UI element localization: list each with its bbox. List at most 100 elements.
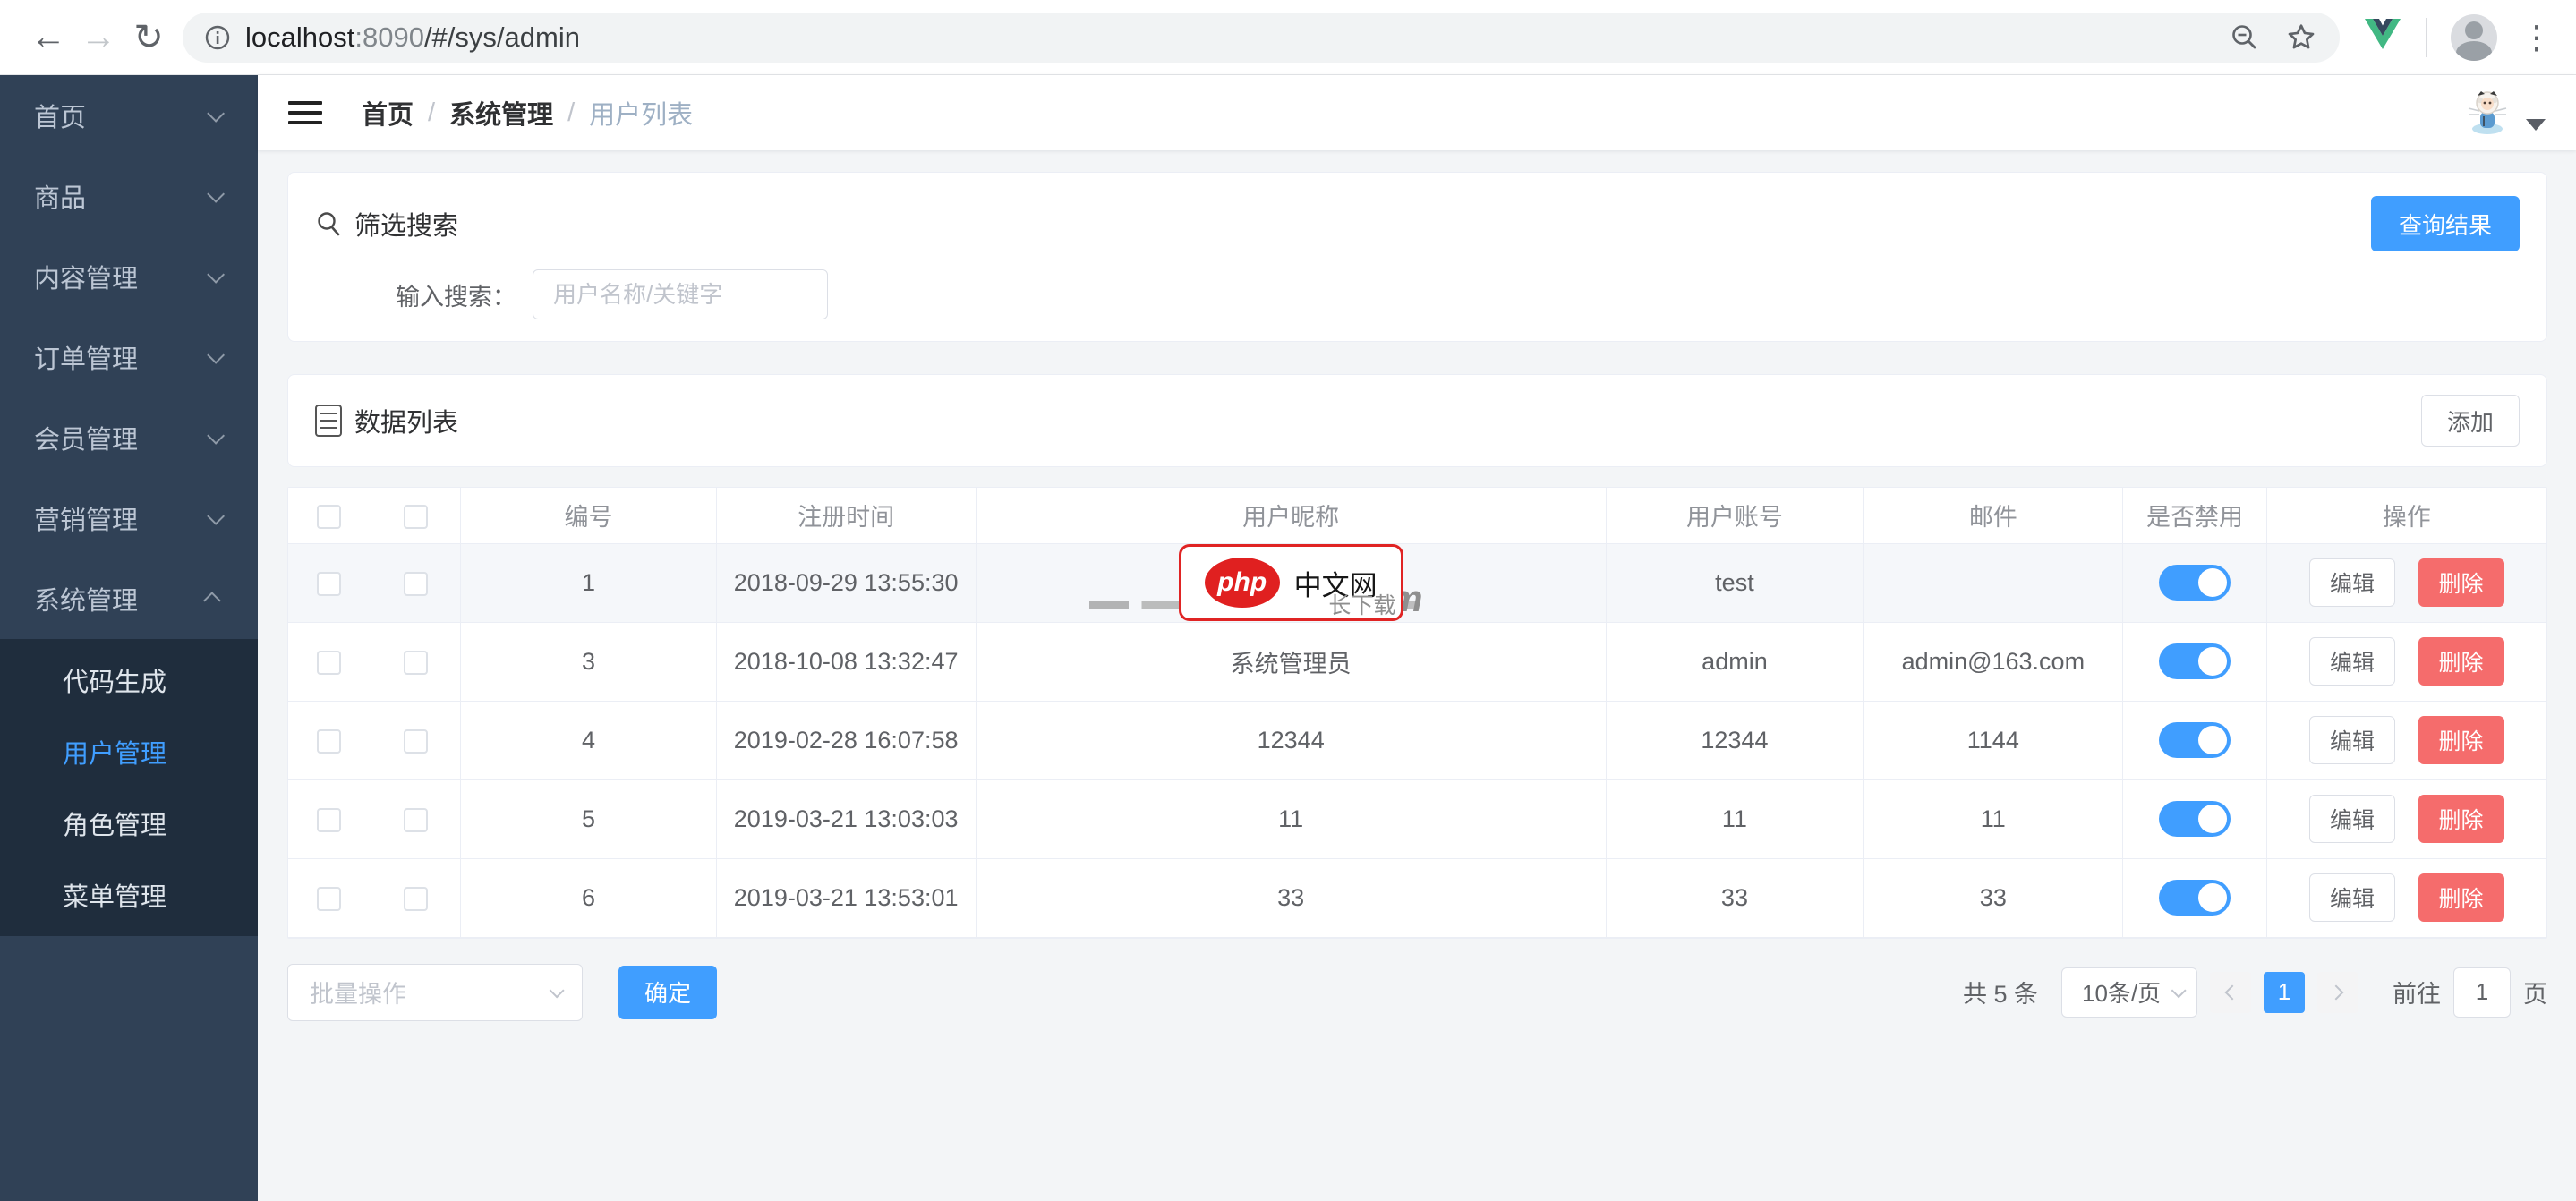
datalist-title: 数据列表 xyxy=(354,402,458,439)
watermark-partial-below: 长下载 xyxy=(1328,588,1395,620)
user-avatar[interactable] xyxy=(2461,87,2513,139)
confirm-button[interactable]: 确定 xyxy=(618,966,717,1019)
bookmark-star-icon[interactable] xyxy=(2284,21,2318,55)
sidebar-item-user-manage[interactable]: 用户管理 xyxy=(0,716,258,788)
browser-forward-icon[interactable]: → xyxy=(73,17,124,57)
edit-button[interactable]: 编辑 xyxy=(2309,716,2395,764)
sidebar-item-role-manage[interactable]: 角色管理 xyxy=(0,788,258,859)
chevron-down-icon xyxy=(207,105,225,123)
row-checkbox[interactable] xyxy=(317,572,341,596)
row-checkbox[interactable] xyxy=(317,808,341,832)
browser-back-icon[interactable]: ← xyxy=(23,17,73,57)
table-footer: 批量操作 确定 共 5 条 10条/页 1 xyxy=(287,964,2547,1021)
header-select-all-cell xyxy=(288,488,371,543)
row-checkbox[interactable] xyxy=(317,887,341,911)
cell-id: 1 xyxy=(461,543,716,622)
delete-button[interactable]: 删除 xyxy=(2418,795,2504,843)
cell-account: admin xyxy=(1606,622,1864,701)
header-register-time: 注册时间 xyxy=(716,488,976,543)
select-all-checkbox[interactable] xyxy=(317,505,341,529)
header-id: 编号 xyxy=(461,488,716,543)
sidebar-item-code-generate[interactable]: 代码生成 xyxy=(0,644,258,716)
sidebar-item-content[interactable]: 内容管理 xyxy=(0,236,258,317)
php-logo: php xyxy=(1205,558,1280,608)
row-checkbox[interactable] xyxy=(404,729,428,754)
disable-toggle[interactable] xyxy=(2159,801,2231,837)
disable-toggle[interactable] xyxy=(2159,880,2231,916)
filter-title-row: 筛选搜索 xyxy=(315,205,2520,243)
row-checkbox[interactable] xyxy=(404,651,428,675)
sidebar-item-label: 订单管理 xyxy=(34,338,138,376)
address-bar[interactable]: localhost:8090/#/sys/admin xyxy=(183,13,2340,63)
page-size-value: 10条/页 xyxy=(2082,975,2161,1009)
batch-action-select[interactable]: 批量操作 xyxy=(287,964,583,1021)
vue-devtools-extension-icon[interactable] xyxy=(2363,17,2402,57)
select-all-checkbox-2[interactable] xyxy=(404,505,428,529)
cell-time: 2019-03-21 13:03:03 xyxy=(716,779,976,858)
sidebar-item-home[interactable]: 首页 xyxy=(0,75,258,156)
add-button[interactable]: 添加 xyxy=(2421,395,2520,447)
row-checkbox[interactable] xyxy=(317,729,341,754)
query-result-button[interactable]: 查询结果 xyxy=(2371,196,2520,251)
header-select-all-cell-2 xyxy=(371,488,461,543)
row-checkbox[interactable] xyxy=(404,887,428,911)
url-path: /#/sys/admin xyxy=(424,21,580,53)
prev-page-button[interactable] xyxy=(2210,972,2251,1013)
sidebar-item-system[interactable]: 系统管理 xyxy=(0,558,258,639)
edit-button[interactable]: 编辑 xyxy=(2309,795,2395,843)
header-account: 用户账号 xyxy=(1606,488,1864,543)
site-info-icon[interactable] xyxy=(204,24,231,51)
cell-time: 2019-03-21 13:53:01 xyxy=(716,858,976,937)
table-header-row: 编号 注册时间 用户昵称 用户账号 邮件 是否禁用 操作 xyxy=(288,488,2546,543)
url-text[interactable]: localhost:8090/#/sys/admin xyxy=(245,21,2205,54)
delete-button[interactable]: 删除 xyxy=(2418,716,2504,764)
cell-time: 2018-10-08 13:32:47 xyxy=(716,622,976,701)
table-row: 4 2019-02-28 16:07:58 12344 12344 1144 编… xyxy=(288,701,2546,779)
goto-page-input[interactable] xyxy=(2453,967,2511,1018)
chevron-down-icon xyxy=(207,346,225,364)
main-area: 首页 / 系统管理 / 用户列表 xyxy=(258,75,2576,1201)
row-checkbox[interactable] xyxy=(317,651,341,675)
disable-toggle[interactable] xyxy=(2159,565,2231,600)
zoom-out-icon[interactable] xyxy=(2229,21,2261,54)
sidebar-item-product[interactable]: 商品 xyxy=(0,156,258,236)
sidebar-item-member[interactable]: 会员管理 xyxy=(0,397,258,478)
breadcrumb-section[interactable]: 系统管理 xyxy=(449,94,553,132)
disable-toggle[interactable] xyxy=(2159,722,2231,758)
breadcrumb-home[interactable]: 首页 xyxy=(362,94,414,132)
delete-button[interactable]: 删除 xyxy=(2418,637,2504,686)
delete-button[interactable]: 删除 xyxy=(2418,558,2504,607)
page-number-active[interactable]: 1 xyxy=(2264,972,2305,1013)
delete-button[interactable]: 删除 xyxy=(2418,873,2504,922)
search-input[interactable] xyxy=(533,269,828,319)
cell-email: admin@163.com xyxy=(1864,622,2123,701)
sidebar-item-marketing[interactable]: 营销管理 xyxy=(0,478,258,558)
cell-email: 1144 xyxy=(1864,701,2123,779)
cell-nickname: 11 xyxy=(976,779,1606,858)
disable-toggle[interactable] xyxy=(2159,643,2231,679)
breadcrumb-current: 用户列表 xyxy=(589,94,693,132)
browser-reload-icon[interactable]: ↻ xyxy=(124,17,174,58)
row-checkbox[interactable] xyxy=(404,572,428,596)
sidebar-item-label: 内容管理 xyxy=(34,258,138,295)
chevron-down-icon xyxy=(207,185,225,203)
hamburger-icon[interactable] xyxy=(288,101,322,124)
page-size-select[interactable]: 10条/页 xyxy=(2061,967,2197,1018)
edit-button[interactable]: 编辑 xyxy=(2309,873,2395,922)
sidebar-item-menu-manage[interactable]: 菜单管理 xyxy=(0,859,258,931)
toolbar-divider xyxy=(2426,18,2427,57)
cell-account: 33 xyxy=(1606,858,1864,937)
browser-profile-avatar[interactable] xyxy=(2451,14,2497,61)
table-row: 5 2019-03-21 13:03:03 11 11 11 编辑 删除 xyxy=(288,779,2546,858)
browser-menu-icon[interactable]: ⋮ xyxy=(2521,21,2553,54)
header-email: 邮件 xyxy=(1864,488,2123,543)
next-page-button[interactable] xyxy=(2317,972,2358,1013)
user-menu-caret-icon[interactable] xyxy=(2526,119,2546,131)
edit-button[interactable]: 编辑 xyxy=(2309,558,2395,607)
sidebar-item-order[interactable]: 订单管理 xyxy=(0,317,258,397)
row-checkbox[interactable] xyxy=(404,808,428,832)
edit-button[interactable]: 编辑 xyxy=(2309,637,2395,686)
breadcrumb-separator: / xyxy=(428,98,435,128)
filter-row: 输入搜索： xyxy=(396,269,2520,319)
header-disabled: 是否禁用 xyxy=(2123,488,2266,543)
